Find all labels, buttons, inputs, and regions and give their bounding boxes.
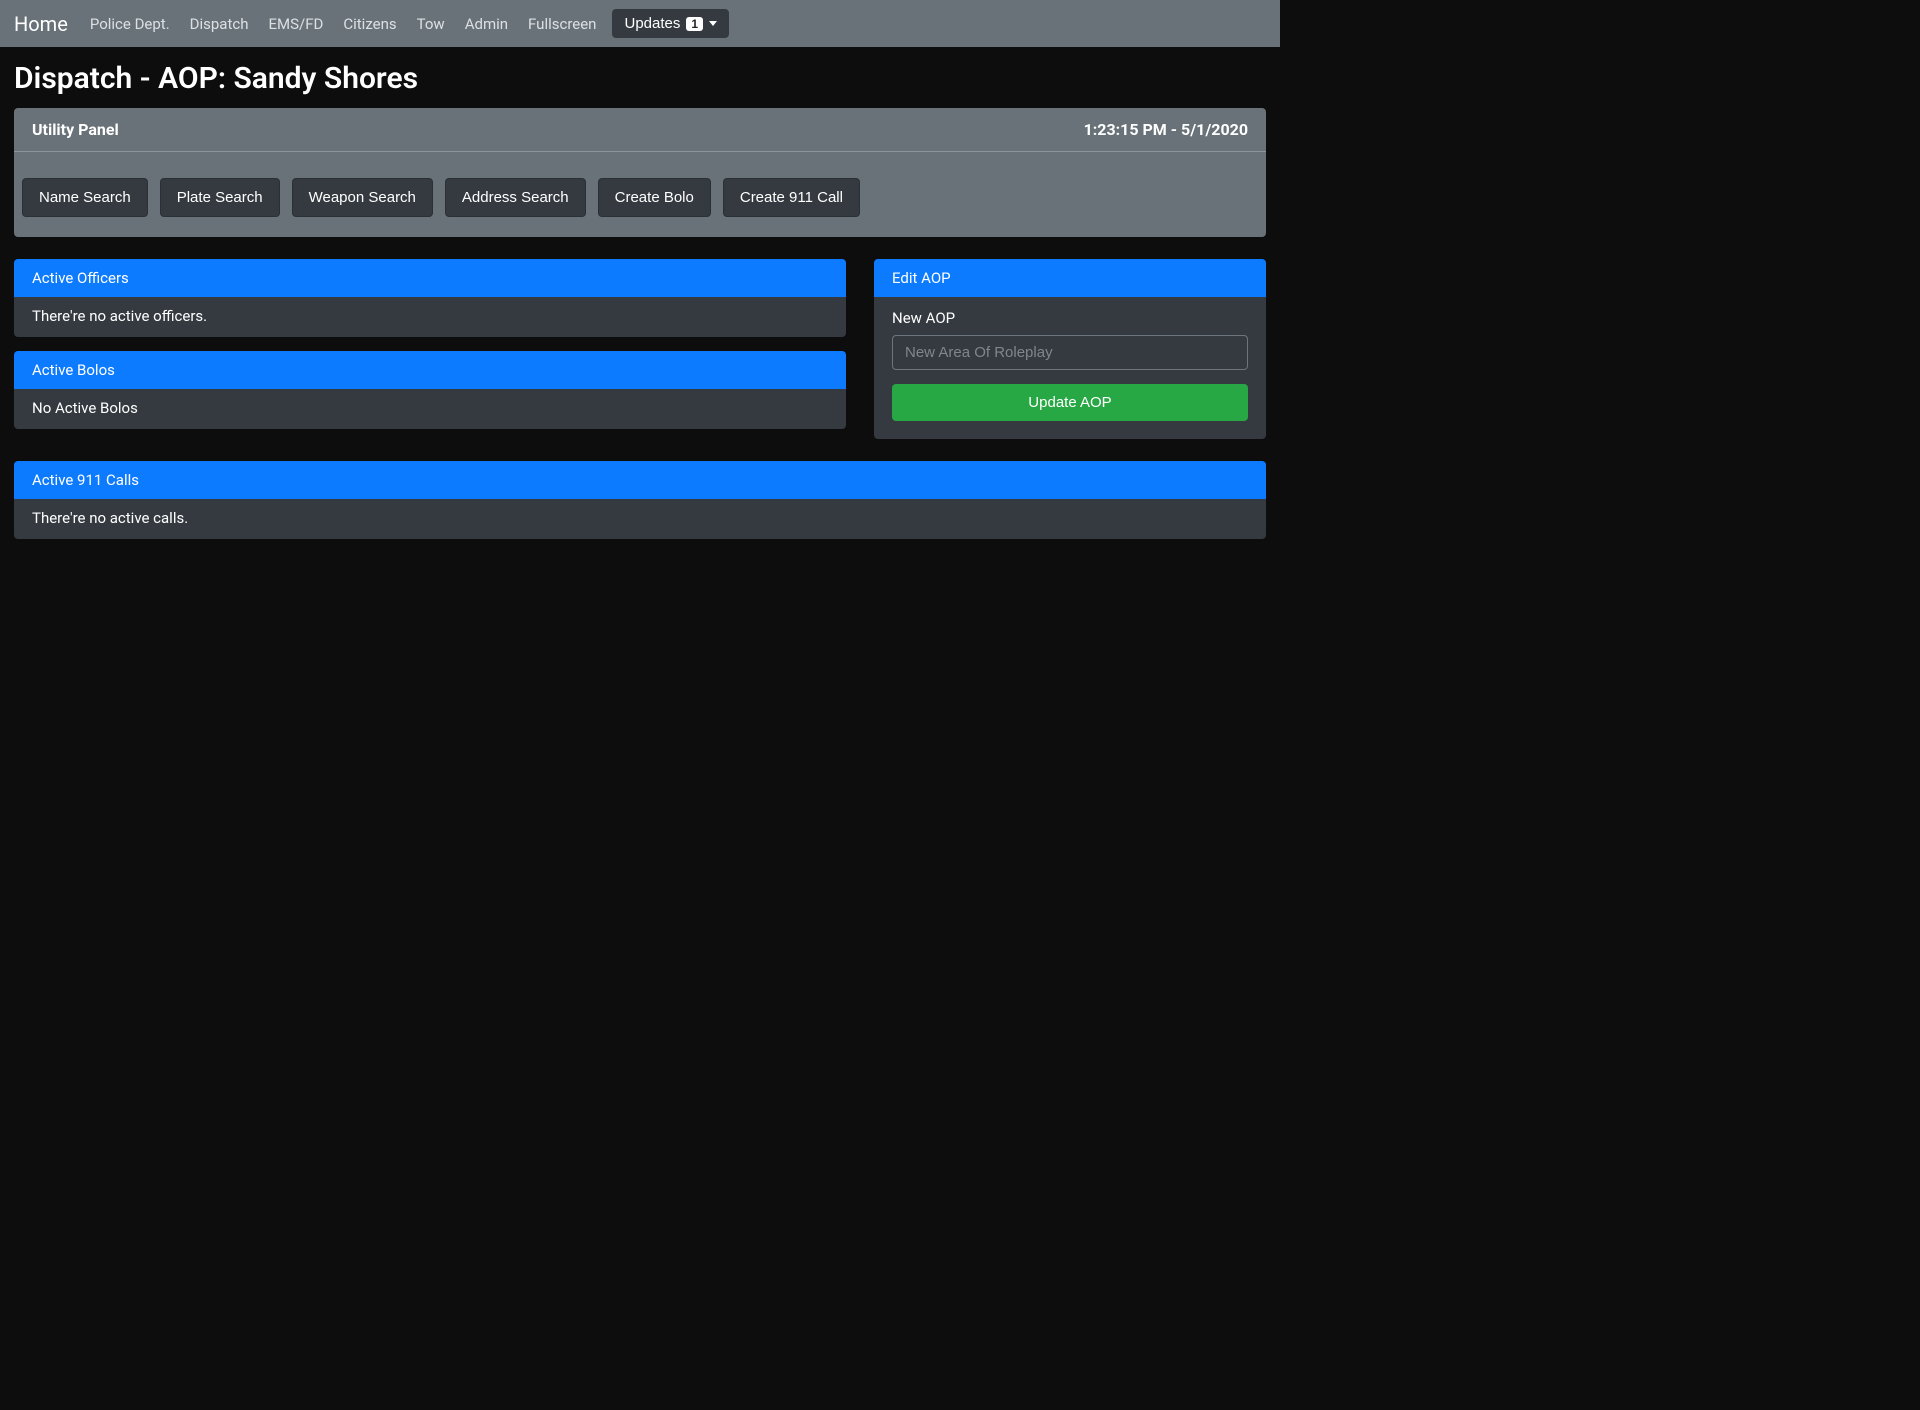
active-bolos-body: No Active Bolos [14,389,846,429]
utility-panel-timestamp: 1:23:15 PM - 5/1/2020 [1084,120,1248,139]
address-search-button[interactable]: Address Search [445,178,586,217]
page-title: Dispatch - AOP: Sandy Shores [14,61,1266,96]
active-officers-header: Active Officers [14,259,846,297]
plate-search-button[interactable]: Plate Search [160,178,280,217]
create-bolo-button[interactable]: Create Bolo [598,178,711,217]
updates-dropdown-button[interactable]: Updates 1 [612,9,729,38]
edit-aop-body: New AOP Update AOP [874,297,1266,439]
create-911-call-button[interactable]: Create 911 Call [723,178,860,217]
active-bolos-header: Active Bolos [14,351,846,389]
active-officers-body: There're no active officers. [14,297,846,337]
active-officers-card: Active Officers There're no active offic… [14,259,846,337]
edit-aop-header: Edit AOP [874,259,1266,297]
utility-panel-body: Name Search Plate Search Weapon Search A… [14,152,1266,237]
nav-link-fullscreen[interactable]: Fullscreen [520,7,604,41]
page-content: Dispatch - AOP: Sandy Shores Utility Pan… [0,47,1280,551]
updates-badge: 1 [686,17,703,31]
utility-panel: Utility Panel 1:23:15 PM - 5/1/2020 Name… [14,108,1266,237]
right-column: Edit AOP New AOP Update AOP [874,259,1266,439]
updates-label: Updates [624,15,680,32]
chevron-down-icon [709,21,717,26]
nav-brand-home[interactable]: Home [14,12,68,36]
new-aop-input[interactable] [892,335,1248,370]
top-navbar: Home Police Dept. Dispatch EMS/FD Citize… [0,0,1280,47]
weapon-search-button[interactable]: Weapon Search [292,178,433,217]
active-bolos-card: Active Bolos No Active Bolos [14,351,846,429]
nav-link-tow[interactable]: Tow [409,7,453,41]
nav-link-admin[interactable]: Admin [457,7,516,41]
utility-panel-header: Utility Panel 1:23:15 PM - 5/1/2020 [14,108,1266,152]
main-row: Active Officers There're no active offic… [14,259,1266,439]
nav-link-ems-fd[interactable]: EMS/FD [261,7,332,41]
nav-link-citizens[interactable]: Citizens [335,7,404,41]
utility-panel-title: Utility Panel [32,120,119,139]
active-911-calls-header: Active 911 Calls [14,461,1266,499]
edit-aop-card: Edit AOP New AOP Update AOP [874,259,1266,439]
left-column: Active Officers There're no active offic… [14,259,846,429]
name-search-button[interactable]: Name Search [22,178,148,217]
active-911-calls-body: There're no active calls. [14,499,1266,539]
update-aop-button[interactable]: Update AOP [892,384,1248,421]
nav-link-dispatch[interactable]: Dispatch [182,7,257,41]
active-911-calls-card: Active 911 Calls There're no active call… [14,461,1266,539]
nav-link-police-dept[interactable]: Police Dept. [82,7,178,41]
new-aop-label: New AOP [892,309,1248,327]
